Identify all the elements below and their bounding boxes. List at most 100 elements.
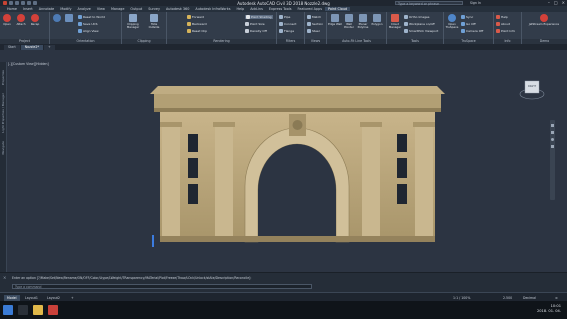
camera-off-button[interactable]: Camera Off	[461, 29, 483, 33]
navigation-bar[interactable]	[550, 120, 555, 200]
workplane-icon	[404, 22, 408, 26]
point-shading-button[interactable]: Point Shading	[245, 15, 273, 19]
menu-item[interactable]: Analyze	[75, 7, 94, 11]
start-button-icon[interactable]	[3, 305, 13, 315]
search-input[interactable]: Type a keyword or phrase	[395, 0, 463, 6]
ortho-images-button[interactable]: Ortho Images	[404, 15, 429, 19]
backward-button[interactable]: Backward	[187, 22, 207, 26]
cornice	[150, 86, 445, 94]
layout-tab-layout2[interactable]: Layout2	[44, 295, 63, 301]
about-button[interactable]: About	[496, 22, 510, 26]
edge-wall-button[interactable]: Edge Wall	[328, 14, 342, 26]
sign-in-button[interactable]: Sign In	[470, 1, 481, 5]
ortho-icon	[404, 15, 408, 19]
orbit-icon[interactable]	[551, 138, 554, 141]
window-title: Autodesk AutoCAD Civil 3D 2018 Nozzle2.d…	[237, 0, 330, 6]
align-view-button[interactable]: Align View	[78, 29, 99, 33]
forward-icon	[187, 15, 191, 19]
polyline-icon	[359, 14, 367, 22]
cloud-manager-button[interactable]: Cloud Manager	[388, 14, 402, 29]
menu-item[interactable]: Autodesk InfraWorks	[192, 7, 233, 11]
steel-icon	[307, 29, 311, 33]
menu-item[interactable]: Autodesk 360	[163, 7, 192, 11]
planar-polyline-button[interactable]: Planar Polyline	[356, 14, 370, 29]
save-ucs-button[interactable]: Save UCS	[78, 22, 98, 26]
attach-button[interactable]: Attach	[16, 14, 26, 26]
menu-item[interactable]: Output	[127, 7, 145, 11]
command-line-close-icon[interactable]: ×	[3, 275, 6, 280]
autocad-taskbar-icon[interactable]	[48, 305, 58, 315]
steel-button[interactable]: Steel	[307, 29, 320, 33]
menu-item[interactable]: Featured Apps	[295, 7, 325, 11]
flange-button[interactable]: Flange	[279, 29, 294, 33]
menu-item[interactable]: Manage	[108, 7, 127, 11]
wall-pointer-button[interactable]: Wall Pointer	[342, 14, 356, 29]
customize-menu-icon[interactable]: ≡	[552, 295, 561, 301]
density-off-button[interactable]: Density Off	[245, 29, 267, 33]
ribbon-panel-info: Help About Point Info Info	[494, 12, 522, 44]
reset-clip-icon	[187, 29, 191, 33]
sync-button[interactable]: Sync	[461, 15, 473, 19]
right-window-mid	[397, 158, 407, 178]
help-button[interactable]: Help	[496, 15, 508, 19]
clipping-manager-button[interactable]: Clipping Manager	[124, 14, 142, 29]
palette-light-manager[interactable]: Light Properties / Manager	[1, 93, 5, 133]
menu-item[interactable]: Insert	[20, 7, 36, 11]
right-column-inner	[362, 126, 380, 242]
layout-tab-layout1[interactable]: Layout1	[22, 295, 41, 301]
connect-button[interactable]: Connect	[279, 22, 296, 26]
ribbon-panel-orientation: Reset to World Save UCS Align View Orien…	[50, 12, 122, 44]
explorer-taskbar-icon[interactable]	[33, 305, 43, 315]
zoom-icon[interactable]	[551, 131, 554, 134]
pan-icon[interactable]	[551, 124, 554, 127]
menu-item[interactable]: Home	[4, 7, 20, 11]
view-button[interactable]	[52, 14, 62, 23]
left-column-outer	[162, 126, 180, 242]
view-cube-button[interactable]	[64, 14, 74, 23]
menu-item[interactable]: Express Tools	[266, 7, 295, 11]
forward-button[interactable]: Forward	[187, 15, 204, 19]
showmotion-icon[interactable]	[551, 145, 554, 148]
jetstream-experience-button[interactable]: JetStream Experience	[526, 14, 562, 26]
units-readout[interactable]: Decimal	[520, 295, 539, 301]
point-info-button[interactable]: Point Info	[496, 29, 515, 33]
pipe-icon	[279, 15, 283, 19]
maximize-icon[interactable]: □	[554, 0, 558, 5]
ucs-icon	[78, 22, 82, 26]
section-button[interactable]: Section	[307, 22, 323, 26]
smartpick-viewport-button[interactable]: SmartPick Viewport	[404, 29, 438, 33]
menu-item[interactable]: Add-ins	[247, 7, 266, 11]
menu-item[interactable]: Annotate	[36, 7, 58, 11]
layout-tab-model[interactable]: Model	[4, 294, 20, 301]
workplane-toggle-button[interactable]: Workplane on/off	[404, 22, 435, 26]
close-icon[interactable]: ×	[562, 0, 565, 5]
viewcube[interactable]: RIGHT	[519, 75, 545, 101]
annotation-scale[interactable]: 1:1 / 100%	[450, 295, 473, 301]
match-button[interactable]: Match	[307, 15, 321, 19]
point-size-button[interactable]: Point Size	[245, 22, 265, 26]
menu-item[interactable]: Help	[233, 7, 247, 11]
palette-navigate[interactable]: Navigate	[1, 141, 5, 154]
recap-button[interactable]: Recap	[30, 14, 40, 26]
add-layout-button[interactable]: +	[68, 295, 77, 301]
menu-item[interactable]: Modify	[57, 7, 74, 11]
viewport-controls-label[interactable]: [-][Custom View][Hidden]	[8, 62, 49, 66]
search-taskbar-icon[interactable]	[18, 305, 28, 315]
drawing-viewport[interactable]: [-][Custom View][Hidden]	[0, 50, 567, 272]
flange-icon	[279, 29, 283, 33]
reset-clip-button[interactable]: Reset Clip	[187, 29, 207, 33]
menu-item[interactable]: Survey	[145, 7, 163, 11]
go-off-button[interactable]: Go Off	[461, 22, 476, 26]
ribbon-panel-views: Match Section Steel Views	[305, 12, 327, 44]
reset-to-world-button[interactable]: Reset to World	[78, 15, 105, 19]
pipe-button[interactable]: Pipe	[279, 15, 290, 19]
menu-item-point-cloud[interactable]: Point Cloud	[324, 7, 351, 11]
hide-outside-button[interactable]: Hide Outside	[145, 14, 163, 29]
polygon-button[interactable]: Polygon	[370, 14, 384, 26]
minimize-icon[interactable]: –	[548, 0, 550, 5]
menu-item[interactable]: View	[94, 7, 108, 11]
palette-properties[interactable]: Properties	[1, 70, 5, 85]
command-input[interactable]: Type a command	[12, 284, 312, 289]
open-button[interactable]: Open	[2, 14, 12, 26]
open-truspace-button[interactable]: Open TruSpace	[445, 14, 459, 29]
